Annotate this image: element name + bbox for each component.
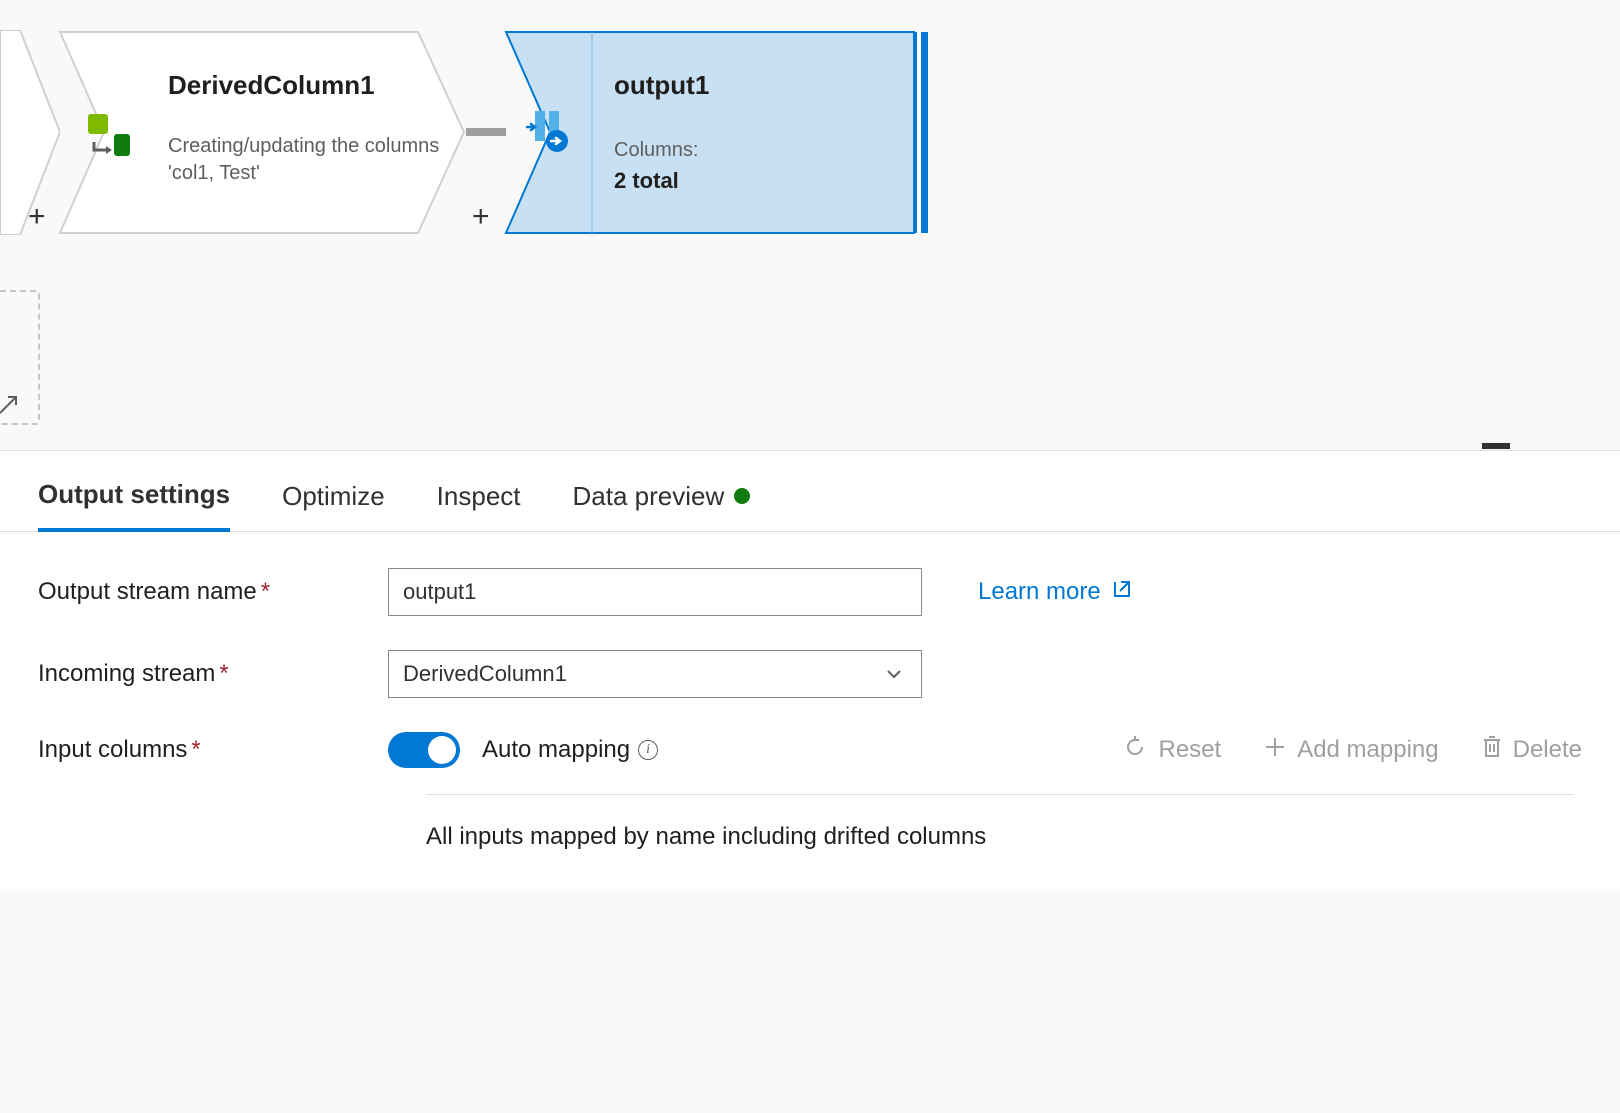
panel-drag-handle[interactable] [1482, 443, 1510, 449]
derived-node-title: DerivedColumn1 [168, 70, 446, 101]
add-step-left-button[interactable]: + [28, 200, 46, 234]
add-step-right-button[interactable]: + [472, 200, 490, 234]
incoming-stream-value: DerivedColumn1 [403, 661, 567, 687]
auto-mapping-toggle[interactable] [388, 732, 460, 768]
tab-optimize[interactable]: Optimize [282, 479, 385, 531]
derived-column-node[interactable]: DerivedColumn1 Creating/updating the col… [58, 30, 466, 235]
tab-output-settings[interactable]: Output settings [38, 479, 230, 532]
flow-canvas[interactable]: + DerivedColumn1 Creating/updating the c… [0, 0, 1620, 450]
input-columns-label: Input columns* [38, 736, 388, 764]
output-stream-name-label: Output stream name* [38, 578, 388, 606]
auto-mapping-hint: All inputs mapped by name including drif… [426, 817, 1582, 851]
external-link-icon [1111, 578, 1133, 607]
tab-data-preview-label: Data preview [573, 481, 725, 512]
learn-more-label: Learn more [978, 578, 1101, 606]
incoming-stream-select[interactable]: DerivedColumn1 [388, 650, 922, 698]
trash-icon [1481, 734, 1503, 767]
tab-data-preview[interactable]: Data preview [573, 479, 751, 531]
tab-inspect[interactable]: Inspect [437, 479, 521, 531]
reset-button[interactable]: Reset [1122, 734, 1221, 767]
sink-icon [525, 107, 571, 158]
add-mapping-label: Add mapping [1297, 736, 1438, 764]
reset-icon [1122, 734, 1148, 767]
tab-optimize-label: Optimize [282, 481, 385, 512]
panel-tabs: Output settings Optimize Inspect Data pr… [0, 451, 1620, 532]
chevron-down-icon [884, 664, 904, 689]
output-stream-name-input[interactable] [388, 568, 922, 616]
derived-node-description: Creating/updating the columns 'col1, Tes… [168, 133, 446, 187]
add-mapping-button[interactable]: Add mapping [1263, 735, 1438, 766]
output-settings-form: Output stream name* Learn more Incoming … [0, 532, 1620, 851]
plus-icon [1263, 735, 1287, 766]
delete-button[interactable]: Delete [1481, 734, 1582, 767]
reset-label: Reset [1158, 736, 1221, 764]
output-sink-node[interactable]: output1 Columns: 2 total [504, 30, 930, 235]
output-columns-label: Columns: [614, 139, 709, 162]
derived-column-icon [86, 110, 136, 160]
incoming-stream-label: Incoming stream* [38, 660, 388, 688]
tab-inspect-label: Inspect [437, 481, 521, 512]
learn-more-link[interactable]: Learn more [978, 578, 1133, 607]
tab-output-settings-label: Output settings [38, 479, 230, 510]
output-columns-total: 2 total [614, 168, 709, 194]
properties-panel: Output settings Optimize Inspect Data pr… [0, 450, 1620, 891]
node-connector [466, 128, 506, 136]
section-divider [426, 794, 1574, 795]
output-node-title: output1 [614, 70, 709, 101]
new-branch-placeholder[interactable] [0, 290, 40, 425]
delete-label: Delete [1513, 736, 1582, 764]
data-preview-status-icon [734, 488, 750, 504]
info-icon[interactable]: i [638, 740, 658, 760]
auto-mapping-label: Auto mapping [482, 736, 630, 764]
